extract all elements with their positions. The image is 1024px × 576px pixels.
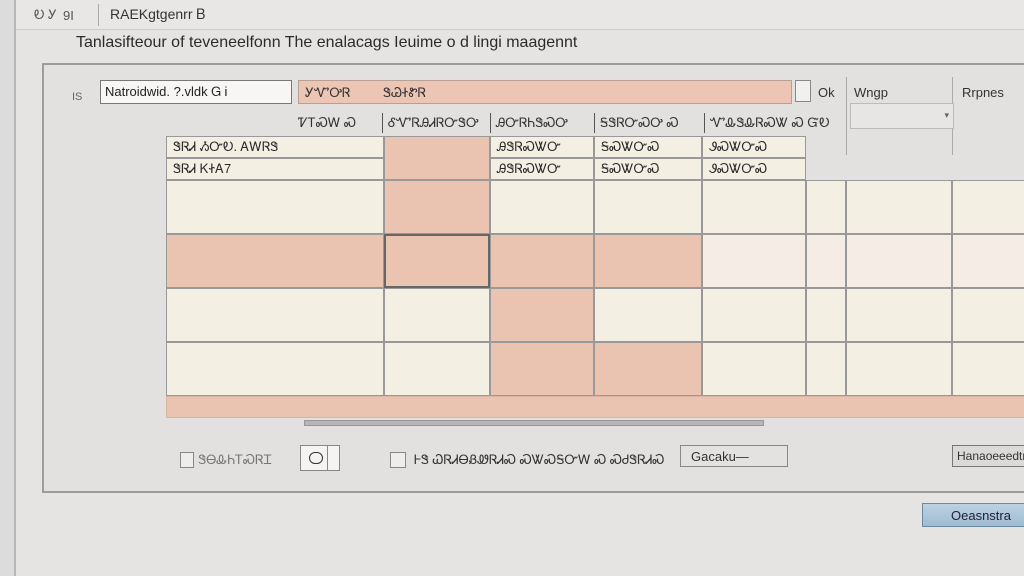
button-divider	[327, 446, 328, 470]
table-cell[interactable]	[384, 136, 490, 180]
table-cell[interactable]	[594, 180, 702, 234]
column-header-row: ᏤᎢᏍᎳ Ꮝ ᎴᏉᏒᎯᏗᏒᏅᏕᎤ ᎯᏅᏒᏂᏕᏍᎤ ᎦᏕᏒᏅᏍᎤ Ꮝ ᏉᎲᏕᎲᏒᏍ…	[282, 113, 842, 133]
checkbox-icon[interactable]	[180, 452, 195, 468]
horizontal-scrollbar[interactable]	[304, 420, 764, 426]
table-row-footer	[166, 396, 1024, 418]
search-input[interactable]	[100, 80, 292, 104]
toggle-button[interactable]	[300, 445, 340, 471]
bottom-controls: ᏕᎾᎲᏂᎢᏍᏒᏆ ᎰᏕ ᏇᏒᏗᎾᏰᏪᏒᏗᏍ ᏍᏔᏍᎦᏅᎳ Ꮝ ᏍᏧᏕᏒᏗᏍ Ga…	[44, 445, 1024, 485]
table-cell[interactable]: ᏭᏍᏔᏅᏍ	[702, 136, 806, 158]
header-tick	[704, 113, 705, 133]
right-dropdown[interactable]: ▾	[850, 103, 954, 129]
checkbox-icon[interactable]	[390, 452, 406, 468]
column-header-2[interactable]: ᎴᏉᏒᎯᏗᏒᏅᏕᎤ	[388, 115, 479, 131]
header-tick	[594, 113, 595, 133]
table-cell[interactable]	[952, 180, 1024, 234]
row-label-cell[interactable]: ᏕᏒᏗ ᏱᏅᎧ. ᎪᎳᏒᏕ	[166, 136, 384, 158]
table-cell[interactable]	[166, 180, 384, 234]
table-cell[interactable]	[846, 180, 952, 234]
table-cell[interactable]	[952, 342, 1024, 396]
option-a-label: ᏕᎾᎲᏂᎢᏍᏒᏆ	[198, 452, 272, 467]
window-title: RAEKgtgenrr Ᏼ	[110, 6, 206, 22]
filter-toggle-button[interactable]	[795, 80, 811, 102]
table-cell[interactable]	[702, 342, 806, 396]
table-cell[interactable]	[166, 234, 384, 288]
table-cell[interactable]	[166, 342, 384, 396]
table-cell[interactable]	[806, 234, 846, 288]
right-column-label-2: Rrpnes	[962, 85, 1004, 100]
table-cell[interactable]	[952, 288, 1024, 342]
table-cell[interactable]: ᎯᏕᏒᏍᏔᏅ	[490, 158, 594, 180]
window-number: 9I	[62, 7, 74, 23]
table-cell[interactable]	[702, 234, 806, 288]
table-cell[interactable]: ᏭᏍᏔᏅᏍ	[702, 158, 806, 180]
table-cell[interactable]	[384, 342, 490, 396]
title-bar-controls: Ꭷ Ꭹ 9I	[34, 7, 74, 23]
option-checkbox-a[interactable]: ᏕᎾᎲᏂᎢᏍᏒᏆ	[180, 449, 272, 471]
table-cell[interactable]	[384, 180, 490, 234]
table-cell[interactable]	[806, 342, 846, 396]
table-cell[interactable]	[806, 288, 846, 342]
filter-field[interactable]: ᎩᏉᎤᏒ ᏕᏊᏐᏑᏒ	[298, 80, 792, 104]
toolbar-checkbox-label[interactable]: IS	[72, 91, 94, 107]
main-panel: IS ᎩᏉᎤᏒ ᏕᏊᏐᏑᏒ Ok Wngp Rrpnes ▾ ᏤᎢᏍᎳ Ꮝ ᎴᏉ…	[42, 63, 1024, 493]
table-cell[interactable]	[952, 234, 1024, 288]
table-cell[interactable]	[846, 288, 952, 342]
row-label-cell[interactable]: ᏕᏒᏗ ᏦᏐᎪ7	[166, 158, 384, 180]
table-cell-selected[interactable]	[384, 234, 490, 288]
filter-value: ᏕᏊᏐᏑᏒ	[383, 85, 426, 100]
table-cell[interactable]	[490, 288, 594, 342]
title-bar: Ꭷ Ꭹ 9I RAEKgtgenrr Ᏼ	[16, 0, 1024, 30]
table-cell[interactable]	[490, 234, 594, 288]
table-cell[interactable]	[846, 234, 952, 288]
table-cell[interactable]	[166, 288, 384, 342]
filter-label: ᎩᏉᎤᏒ	[305, 85, 351, 100]
column-header-4[interactable]: ᎦᏕᏒᏅᏍᎤ Ꮝ	[600, 115, 679, 131]
table-cell[interactable]	[702, 180, 806, 234]
table-cell[interactable]	[594, 288, 702, 342]
header-tick	[382, 113, 383, 133]
window-icon[interactable]: Ꭷ Ꭹ	[34, 7, 57, 23]
column-header-3[interactable]: ᎯᏅᏒᏂᏕᏍᎤ	[496, 115, 568, 131]
right-column-label-1: Wngp	[854, 85, 888, 100]
empty-cell	[806, 136, 846, 180]
page-heading: Tanlasifteour of teveneelfonn The enalac…	[76, 34, 578, 51]
table-cell[interactable]	[594, 342, 702, 396]
option-b-label: ᎰᏕ ᏇᏒᏗᎾᏰᏪᏒᏗᏍ ᏍᏔᏍᎦᏅᎳ Ꮝ ᏍᏧᏕᏒᏗᏍ	[414, 452, 665, 467]
chevron-down-icon: ▾	[944, 110, 949, 120]
table-cell[interactable]	[490, 342, 594, 396]
title-separator	[98, 4, 99, 26]
table-cell[interactable]	[846, 342, 952, 396]
option-checkbox-b[interactable]: ᎰᏕ ᏇᏒᏗᎾᏰᏪᏒᏗᏍ ᏍᏔᏍᎦᏅᎳ Ꮝ ᏍᏧᏕᏒᏗᏍ	[390, 449, 680, 471]
table-cell[interactable]	[384, 288, 490, 342]
header-tick	[490, 113, 491, 133]
ok-label[interactable]: Ok	[818, 85, 835, 100]
circle-icon	[309, 452, 323, 464]
table-cell[interactable]: ᎦᏍᏔᏅᏍ	[594, 158, 702, 180]
table-cell[interactable]	[490, 180, 594, 234]
app-window: Ꭷ Ꭹ 9I RAEKgtgenrr Ᏼ Tanlasifteour of te…	[14, 0, 1024, 576]
table-cell[interactable]: ᎯᏕᏒᏍᏔᏅ	[490, 136, 594, 158]
table-cell[interactable]: ᎦᏍᏔᏅᏍ	[594, 136, 702, 158]
column-header-5[interactable]: ᏉᎲᏕᎲᏒᏍᏔ Ꮝ ᏳᎧ	[710, 115, 830, 131]
data-grid: ᏕᏒᏗ ᏱᏅᎧ. ᎪᎳᏒᏕ ᏕᏒᏗ ᏦᏐᎪ7 ᎯᏕᏒᏍᏔᏅ ᎯᏕᏒᏍᏔᏅ ᎦᏍᏔ…	[166, 136, 1024, 424]
right-combo-box[interactable]: Hanaoeeedtran	[952, 445, 1024, 467]
column-header-1[interactable]: ᏤᎢᏍᎳ Ꮝ	[298, 115, 356, 131]
combo-box[interactable]: Gacaku—	[680, 445, 788, 467]
table-cell[interactable]	[594, 234, 702, 288]
table-cell[interactable]	[702, 288, 806, 342]
table-cell[interactable]	[806, 180, 846, 234]
primary-action-button[interactable]: Oeasnstra	[922, 503, 1024, 527]
